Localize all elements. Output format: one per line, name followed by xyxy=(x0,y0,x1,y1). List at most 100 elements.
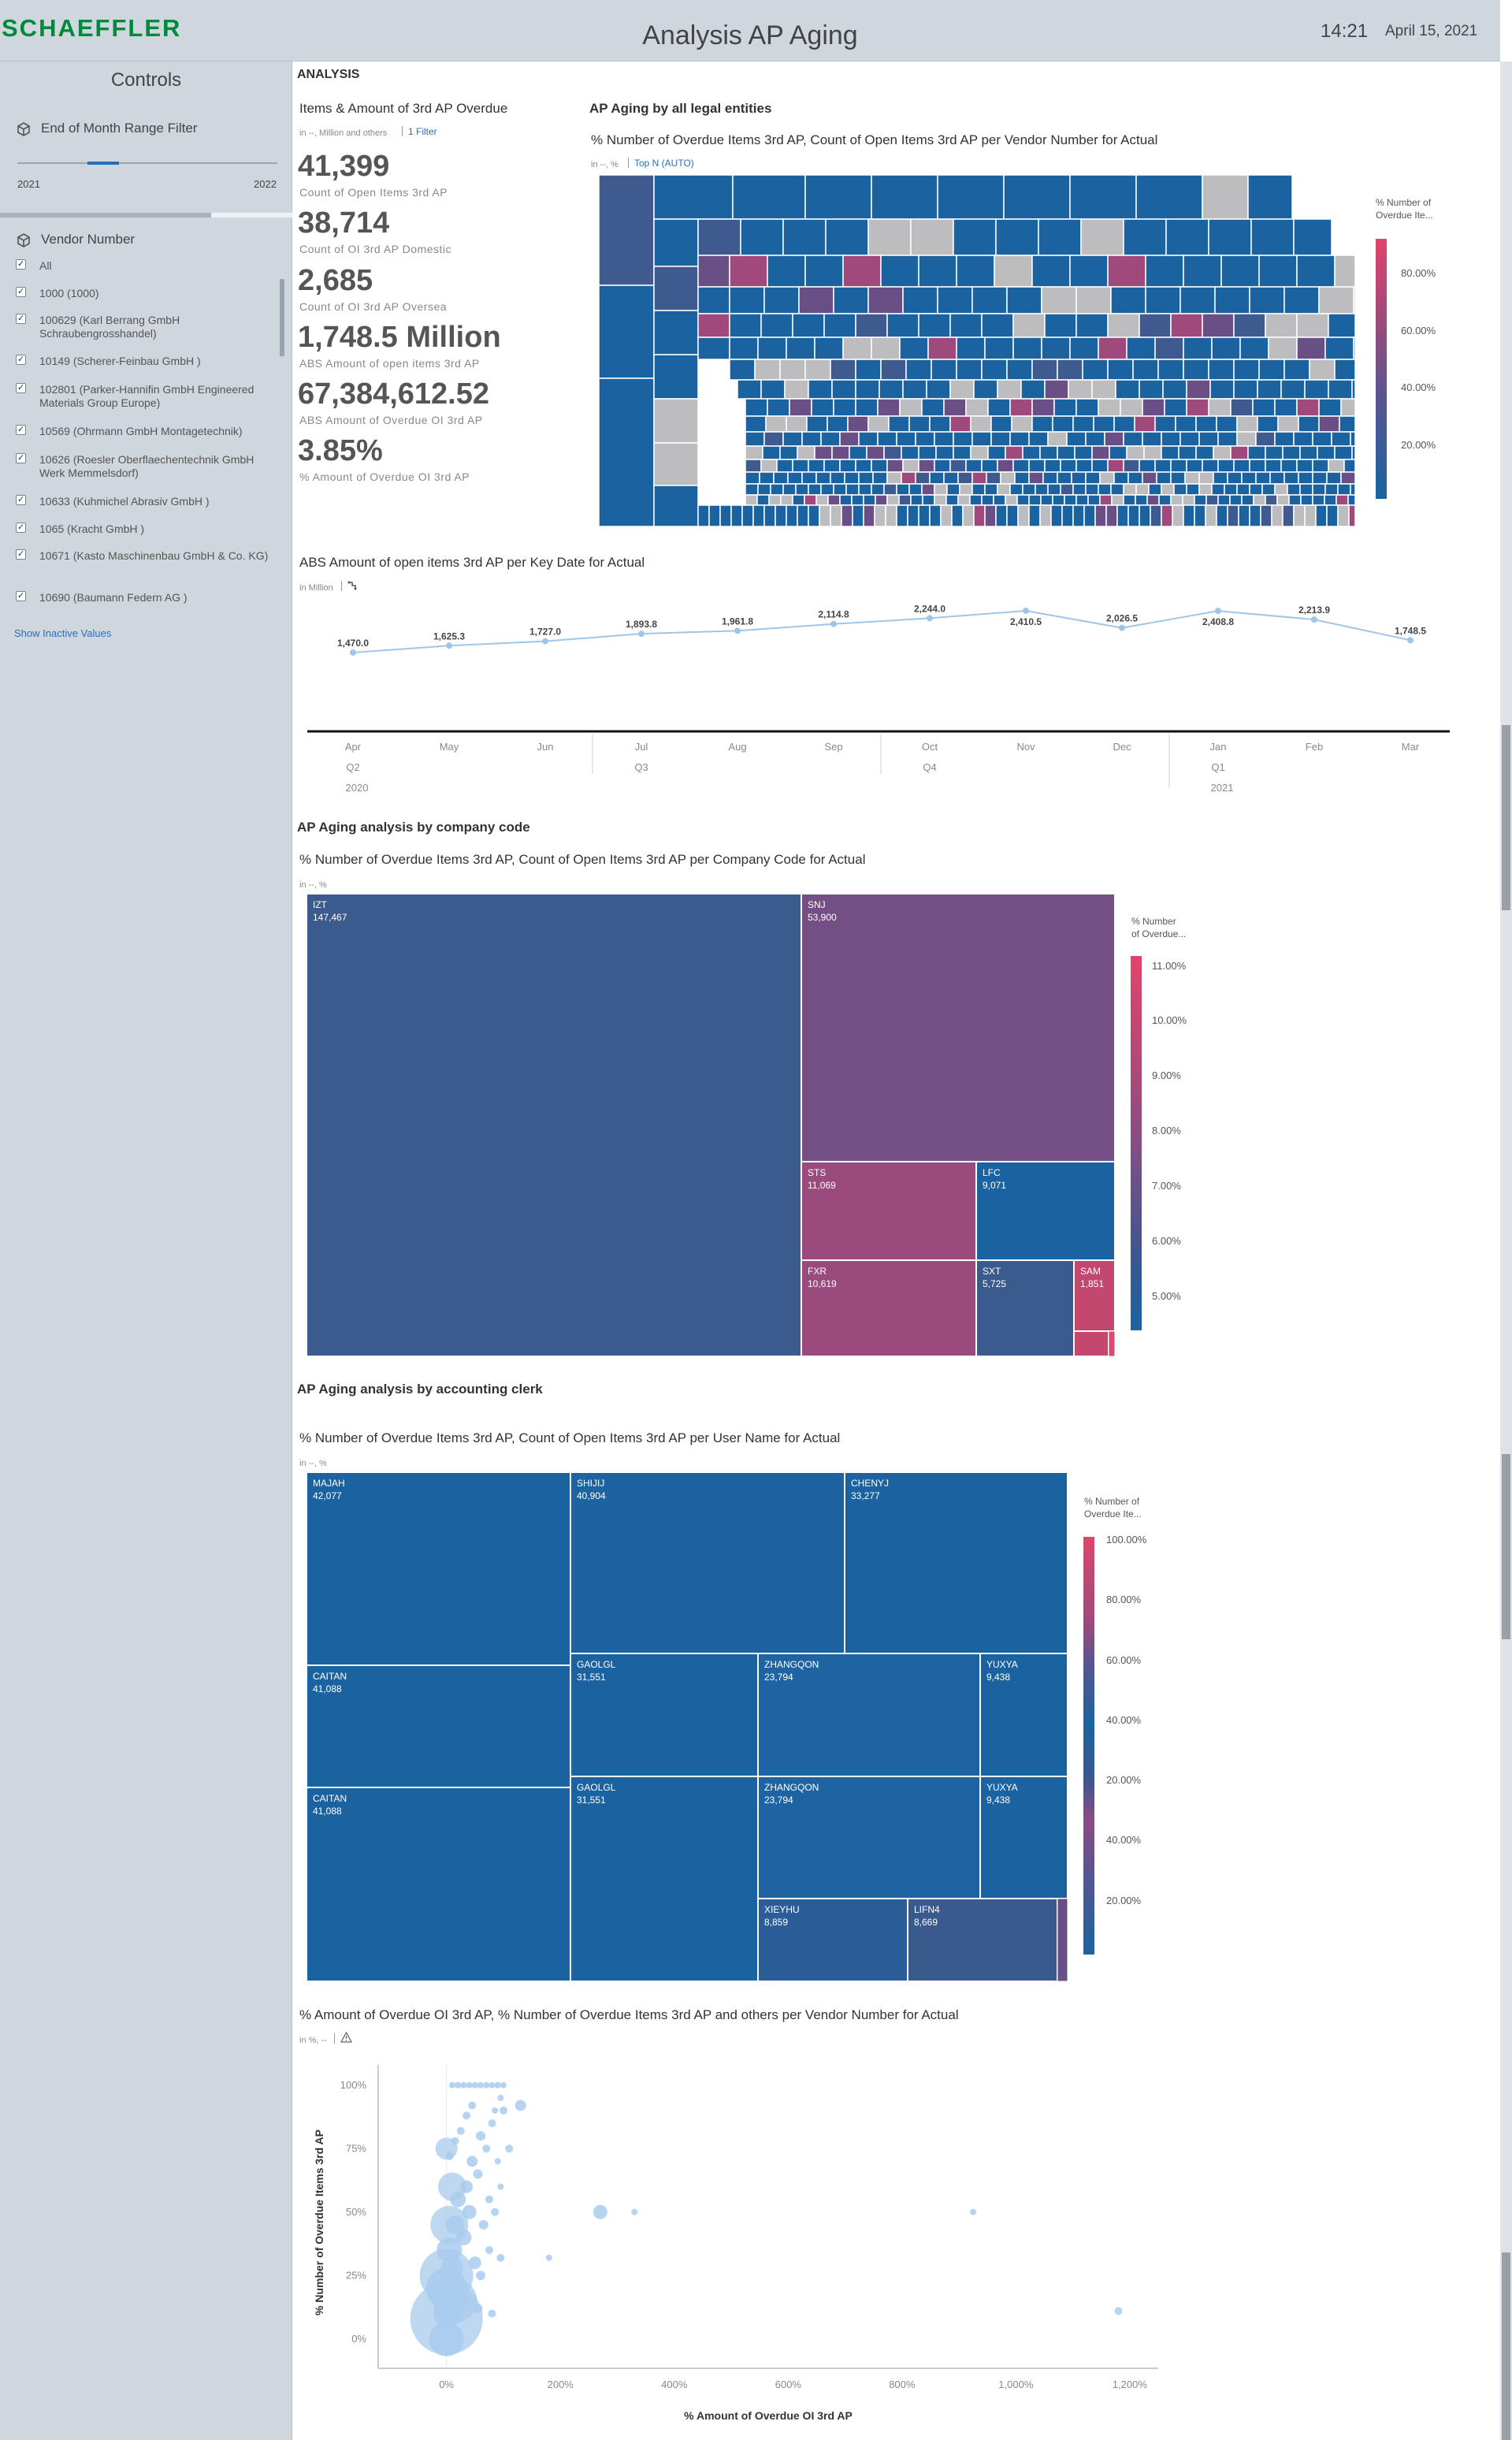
legend-tick: 9.00% xyxy=(1152,1069,1181,1081)
topn-link[interactable]: Top N (AUTO) xyxy=(634,158,694,169)
treemap-cell xyxy=(1142,431,1162,447)
treemap-cell xyxy=(1146,494,1160,506)
y-tick-label: 25% xyxy=(346,2269,366,2281)
vendor-item[interactable]: 1000 (1000) xyxy=(16,285,276,300)
checkbox-checked[interactable] xyxy=(16,312,26,325)
treemap-cell xyxy=(1047,483,1061,496)
treemap-cell-label: LIFN4 xyxy=(914,1904,940,1915)
checkbox-checked[interactable] xyxy=(16,493,26,507)
treemap-cell xyxy=(886,313,919,338)
treemap-cell xyxy=(1068,379,1093,400)
scatter-point xyxy=(468,2256,481,2270)
checkbox-checked[interactable] xyxy=(16,452,26,465)
treemap-cell xyxy=(570,1776,759,1981)
treemap-cell xyxy=(745,431,765,447)
treemap-cell xyxy=(1280,459,1298,473)
vendor-list-scrollbar[interactable] xyxy=(280,279,284,356)
page-scrollbar-thumb[interactable] xyxy=(1502,725,1510,910)
line-point xyxy=(446,642,452,649)
treemap-cell xyxy=(1178,445,1197,460)
treemap-cell xyxy=(801,471,817,485)
range-filter-header[interactable]: End of Month Range Filter xyxy=(16,121,197,137)
treemap-cell xyxy=(1123,494,1136,506)
page-scrollbar-thumb-3[interactable] xyxy=(1502,2252,1510,2440)
treemap-cell xyxy=(877,398,901,417)
page-scrollbar-thumb-2[interactable] xyxy=(1502,1454,1510,1639)
treemap-cell xyxy=(1227,471,1243,485)
treemap-cell xyxy=(956,359,983,381)
vendor-treemap[interactable] xyxy=(599,175,1355,526)
clerk-treemap[interactable]: MAJAH42,077 SHIJIJ40,904 CHENYJ33,277 CAITA… xyxy=(306,1472,1068,1981)
treemap-cell xyxy=(896,431,916,447)
scatter-point xyxy=(489,2081,496,2089)
treemap-cell xyxy=(1351,379,1355,400)
treemap-cell xyxy=(908,483,923,496)
treemap-cell xyxy=(306,1472,571,1666)
treemap-cell xyxy=(1069,175,1137,220)
treemap-cell xyxy=(792,313,825,338)
range-slider[interactable] xyxy=(17,162,277,165)
treemap-cell xyxy=(811,398,834,417)
treemap-cell xyxy=(1075,286,1112,314)
vendor-item[interactable]: 10149 (Scherer-Feinbau GmbH ) xyxy=(16,353,276,368)
vendor-item[interactable]: 10671 (Kasto Maschinenbau GmbH & Co. KG) xyxy=(16,548,276,563)
checkbox-checked[interactable] xyxy=(16,381,26,395)
treemap-cell xyxy=(929,415,951,433)
treemap-cell xyxy=(1031,415,1053,433)
line-chart[interactable]: 1,470.0 1,625.3 1,727.0 1,893.8 1,961.8 2,114… xyxy=(299,599,1450,792)
vendor-filter-header[interactable]: Vendor Number xyxy=(16,232,135,248)
treemap-cell xyxy=(1265,494,1278,506)
checkbox-checked[interactable] xyxy=(16,423,26,437)
treemap-cell xyxy=(1233,313,1266,338)
treemap-cell xyxy=(1028,431,1049,447)
treemap-cell xyxy=(1127,471,1143,485)
treemap-cell xyxy=(1005,494,1018,506)
treemap-cell xyxy=(1139,504,1151,526)
checkbox-checked[interactable] xyxy=(16,521,26,534)
treemap-cell xyxy=(1229,494,1243,506)
treemap-cell xyxy=(855,313,888,338)
treemap-cell xyxy=(1337,504,1350,526)
treemap-cell xyxy=(946,483,960,496)
checkbox-checked[interactable] xyxy=(16,258,26,271)
treemap-cell xyxy=(756,494,770,506)
show-inactive-values-link[interactable]: Show Inactive Values xyxy=(14,627,111,639)
units-separator xyxy=(334,2033,335,2044)
treemap-cell xyxy=(855,398,879,417)
checkbox-checked[interactable] xyxy=(16,590,26,603)
treemap-cell-value: 42,077 xyxy=(313,1490,342,1501)
kpi-filter-link[interactable]: 1 Filter xyxy=(408,126,437,137)
vendor-item[interactable]: 10633 (Kuhmichel Abrasiv GmbH ) xyxy=(16,493,276,508)
scatter-chart[interactable]: 0% 25% 50% 75% 100% 0% 200% 400% 600% 800% 1,000% 1… xyxy=(299,2049,1182,2427)
treemap-cell xyxy=(827,415,849,433)
treemap-cell xyxy=(1274,431,1295,447)
vendor-item[interactable]: 10626 (Roesler Oberflaechentechnik GmbH … xyxy=(16,452,276,480)
treemap-cell xyxy=(1000,471,1016,485)
checkbox-checked[interactable] xyxy=(16,548,26,561)
treemap-cell xyxy=(741,504,754,526)
scatter-point xyxy=(494,2158,501,2165)
drill-icon[interactable] xyxy=(347,580,358,591)
treemap-cell xyxy=(1011,415,1033,433)
vendor-item[interactable]: 10569 (Ohrmann GmbH Montagetechnik) xyxy=(16,423,276,438)
treemap-cell xyxy=(1334,359,1355,381)
vendor-item[interactable]: 100629 (Karl Berrang GmbH Schraubengross… xyxy=(16,312,276,340)
vendor-item[interactable]: 1065 (Kracht GmbH ) xyxy=(16,521,276,536)
treemap-cell-value: 23,794 xyxy=(764,1795,793,1806)
treemap-cell xyxy=(745,445,763,460)
treemap-cell xyxy=(786,504,798,526)
page-scrollbar-track[interactable] xyxy=(1500,61,1512,2440)
vendor-item[interactable]: 102801 (Parker-Hannifin GmbH Engineered … xyxy=(16,381,276,410)
treemap-cell xyxy=(1309,359,1336,381)
treemap-cell xyxy=(971,286,1008,314)
warning-icon[interactable] xyxy=(340,2032,352,2043)
checkbox-checked[interactable] xyxy=(16,285,26,299)
treemap-cell xyxy=(1293,431,1313,447)
treemap-cell xyxy=(959,483,973,496)
checkbox-checked[interactable] xyxy=(16,353,26,366)
vendor-item[interactable]: All xyxy=(16,258,276,273)
vendor-item[interactable]: 10690 (Baumann Federn AG ) xyxy=(16,590,276,604)
company-treemap[interactable]: IZT147,467SNJ53,900STS11,069LFC9,071FXR1… xyxy=(306,894,1115,1356)
treemap-cell xyxy=(1020,379,1046,400)
range-slider-selection[interactable] xyxy=(87,162,119,165)
